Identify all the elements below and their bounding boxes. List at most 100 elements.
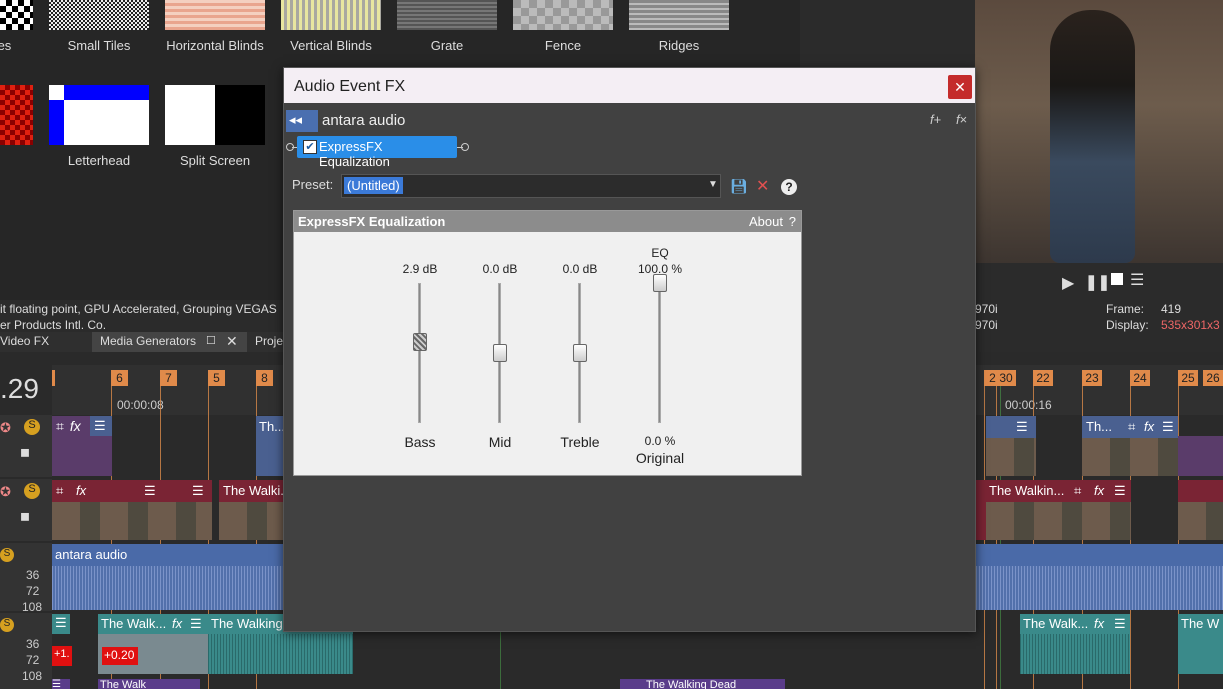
solo-icon[interactable]: S (0, 618, 14, 632)
mute-icon[interactable]: ✪ (0, 484, 11, 500)
transition-thumb-grate[interactable] (397, 0, 497, 30)
marker[interactable]: 6 (111, 370, 128, 386)
marker[interactable]: 7 (160, 370, 177, 386)
status-line-2: er Products Intl. Co. (0, 318, 107, 332)
audio-clip[interactable]: The Walking Dead (620, 679, 785, 689)
plugin-enable-checkbox[interactable]: ✔ (303, 140, 317, 154)
transition-thumb-letterhead[interactable] (49, 85, 149, 145)
add-fx-icon[interactable]: f+ (930, 112, 941, 127)
preview-figure (1050, 10, 1135, 263)
help-icon[interactable]: ? (781, 179, 797, 195)
video-clip[interactable] (976, 480, 986, 540)
eq-mix-slider-track[interactable] (658, 283, 661, 423)
crop-icon[interactable]: ⌗ (1074, 483, 1081, 499)
menu-icon[interactable]: ☰ (192, 483, 204, 499)
marker[interactable]: 25 (1178, 370, 1198, 386)
video-clip[interactable]: The Walkin... ⌗ fx ☰ (986, 480, 1131, 540)
slider-icon[interactable]: ◼ (20, 445, 30, 459)
video-clip[interactable] (1178, 480, 1223, 540)
mid-slider-thumb[interactable] (493, 344, 507, 362)
solo-icon[interactable]: S (24, 419, 40, 435)
fx-icon[interactable]: fx (1094, 616, 1104, 631)
menu-icon[interactable]: ☰ (90, 416, 112, 436)
video-clip[interactable]: ☰ (986, 416, 1036, 476)
level-label: 72 (26, 584, 40, 598)
track-header-video-2[interactable]: ✪ S ◼ (0, 479, 52, 541)
panel-title-text: ExpressFX Equalization (298, 214, 446, 229)
solo-icon[interactable]: S (24, 483, 40, 499)
treble-slider-thumb[interactable] (573, 344, 587, 362)
menu-icon[interactable]: ☰ (52, 614, 70, 634)
tab-media-generators[interactable]: Media Generators (100, 334, 196, 348)
marker[interactable]: 23 (1082, 370, 1102, 386)
marker[interactable]: 5 (208, 370, 225, 386)
marker[interactable] (52, 370, 55, 386)
menu-icon[interactable]: ☰ (52, 679, 70, 689)
marker[interactable]: 8 (256, 370, 273, 386)
transition-thumb-small-tiles[interactable] (49, 0, 149, 30)
status-line-1: it floating point, GPU Accelerated, Grou… (0, 302, 277, 316)
video-clip[interactable]: Th... (256, 416, 286, 476)
transition-thumb[interactable] (0, 0, 33, 30)
tab-video-fx[interactable]: Video FX (0, 334, 49, 348)
audio-clip[interactable]: The W (1178, 614, 1223, 674)
marker[interactable]: 24 (1130, 370, 1150, 386)
marker[interactable]: 26 (1203, 370, 1223, 386)
tab-project[interactable]: Proje (255, 334, 283, 348)
save-preset-icon[interactable]: 💾︎ (730, 178, 748, 195)
audio-clip[interactable]: The Walk (98, 679, 200, 689)
transition-thumb-fence[interactable] (513, 0, 613, 30)
track-header-video-1[interactable]: ✪ S ◼ (0, 415, 52, 477)
crop-icon[interactable]: ⌗ (1128, 419, 1135, 435)
track-header-audio-1[interactable]: S 36 72 108 (0, 543, 52, 614)
bass-slider-thumb[interactable] (413, 332, 427, 351)
preset-value[interactable]: (Untitled) (344, 177, 403, 194)
menu-icon[interactable]: ☰ (1162, 419, 1174, 435)
track-header-audio-2[interactable]: S 36 72 108 (0, 613, 52, 689)
menu-icon[interactable]: ☰ (190, 616, 202, 632)
pause-icon[interactable]: ❚❚ (1085, 273, 1110, 291)
close-icon[interactable]: ✕ (226, 333, 238, 350)
audio-chain-icon[interactable]: ◂◂ (286, 110, 318, 132)
video-clip[interactable]: The Walki... (219, 480, 283, 540)
delete-preset-icon[interactable]: ✕ (756, 176, 769, 196)
video-clip[interactable]: Th... ⌗ fx ☰ (1082, 416, 1178, 476)
fx-icon[interactable]: fx (1094, 483, 1104, 498)
chevron-down-icon[interactable]: ▼ (708, 179, 718, 190)
close-button[interactable]: ✕ (948, 75, 972, 99)
audio-clip[interactable]: The Walk... fx ☰ (98, 614, 208, 674)
help-link[interactable]: ? (789, 214, 796, 229)
undock-icon[interactable]: ☐ (206, 334, 216, 347)
fx-icon[interactable]: fx (1144, 419, 1154, 434)
transition-thumb[interactable] (0, 85, 33, 145)
slider-icon[interactable]: ◼ (20, 509, 30, 523)
transition-thumb-horizontal-blinds[interactable] (165, 0, 265, 30)
plugin-expressfx-equalization[interactable]: ExpressFX Equalization (297, 136, 457, 169)
fx-icon[interactable]: fx (70, 418, 81, 434)
transition-thumb-vertical-blinds[interactable] (281, 0, 381, 30)
crop-icon[interactable]: ⌗ (56, 483, 63, 499)
play-icon[interactable]: ▶ (1062, 273, 1074, 293)
eq-mix-slider-thumb[interactable] (653, 274, 667, 292)
bass-slider-track[interactable] (418, 283, 421, 423)
about-link[interactable]: About (749, 214, 783, 229)
stop-icon[interactable] (1111, 273, 1123, 285)
video-clip[interactable]: ⌗ fx ☰ ☰ (52, 480, 212, 540)
solo-icon[interactable]: S (0, 548, 14, 562)
video-clip[interactable] (1178, 436, 1223, 476)
fx-icon[interactable]: fx (76, 483, 86, 498)
menu-icon[interactable]: ☰ (1114, 616, 1126, 632)
menu-icon[interactable]: ☰ (1016, 419, 1028, 435)
menu-icon[interactable]: ☰ (1130, 270, 1144, 290)
marker[interactable]: 30 (996, 370, 1016, 386)
crop-icon[interactable]: ⌗ (56, 418, 64, 435)
marker[interactable]: 22 (1033, 370, 1053, 386)
menu-icon[interactable]: ☰ (1114, 483, 1126, 499)
remove-fx-icon[interactable]: f× (956, 112, 967, 127)
fx-icon[interactable]: fx (172, 616, 182, 631)
transition-thumb-ridges[interactable] (629, 0, 729, 30)
mute-icon[interactable]: ✪ (0, 420, 11, 436)
audio-clip[interactable]: The Walk... fx ☰ (1020, 614, 1130, 674)
menu-icon[interactable]: ☰ (144, 483, 156, 499)
transition-thumb-split-screen[interactable] (165, 85, 265, 145)
